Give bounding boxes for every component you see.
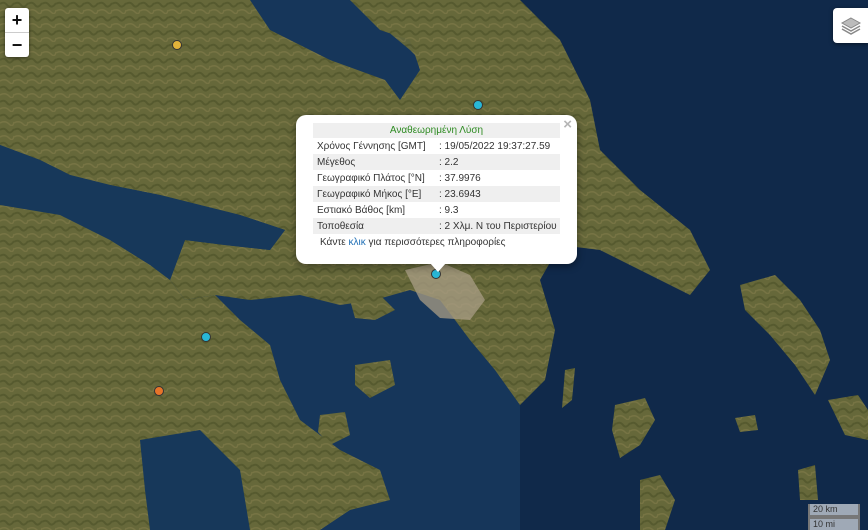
latitude-value: : 37.9976 [439, 172, 481, 184]
scale-km: 20 km [808, 504, 860, 517]
popup-title: Αναθεωρημένη Λύση [313, 123, 560, 138]
magnitude-value: : 2.2 [435, 154, 560, 170]
zoom-control: + − [5, 8, 29, 57]
longitude-label: Γεωγραφικό Μήκος [°E] [313, 186, 435, 202]
origin-time-label: Χρόνος Γέννησης [GMT] [317, 140, 426, 152]
layers-button[interactable] [833, 8, 868, 43]
location-label: Τοποθεσία [313, 218, 435, 234]
earthquake-marker-orange[interactable] [154, 386, 164, 396]
scale-mi: 10 mi [808, 517, 860, 530]
table-row: Τοποθεσία : 2 Χλμ. Ν του Περιστερίου [313, 218, 560, 234]
location-value: : 2 Χλμ. Ν του Περιστερίου [435, 218, 560, 234]
more-info-suffix: για περισσότερες πληροφορίες [368, 237, 506, 248]
more-info-line: Κάντε κλικ για περισσότερες πληροφορίες [313, 237, 560, 248]
earthquake-marker-cyan-north[interactable] [473, 100, 483, 110]
layers-icon [840, 16, 861, 35]
popup-tip [430, 263, 446, 272]
table-row: Γεωγραφικό Πλάτος [°N] : 37.9976 [313, 170, 560, 186]
table-row: Χρόνος Γέννησης [GMT] : 19/05/2022 19:37… [313, 138, 560, 154]
popup-close-button[interactable]: × [563, 117, 572, 133]
more-info-prefix: Κάντε [320, 237, 346, 248]
earthquake-marker-cyan-west[interactable] [201, 332, 211, 342]
more-info-link[interactable]: κλικ [349, 237, 366, 248]
earthquake-details-table: Χρόνος Γέννησης [GMT] : 19/05/2022 19:37… [313, 138, 560, 234]
latitude-label: Γεωγραφικό Πλάτος [°N] [317, 172, 425, 184]
magnitude-label: Μέγεθος [313, 154, 435, 170]
earthquake-popup: × Αναθεωρημένη Λύση Χρόνος Γέννησης [GMT… [296, 115, 577, 264]
depth-label: Εστιακό Βάθος [km] [317, 204, 406, 216]
zoom-out-button[interactable]: − [5, 32, 29, 57]
table-row: Εστιακό Βάθος [km] : 9.3 [313, 202, 560, 218]
earthquake-marker-yellow[interactable] [172, 40, 182, 50]
map-scale: 20 km 10 mi [808, 504, 860, 530]
zoom-in-button[interactable]: + [5, 8, 29, 32]
table-row: Μέγεθος : 2.2 [313, 154, 560, 170]
depth-value: : 9.3 [439, 204, 459, 216]
table-row: Γεωγραφικό Μήκος [°E] : 23.6943 [313, 186, 560, 202]
island-small-3 [798, 465, 818, 500]
longitude-value: : 23.6943 [435, 186, 560, 202]
origin-time-value: : 19/05/2022 19:37:27.59 [439, 140, 551, 152]
